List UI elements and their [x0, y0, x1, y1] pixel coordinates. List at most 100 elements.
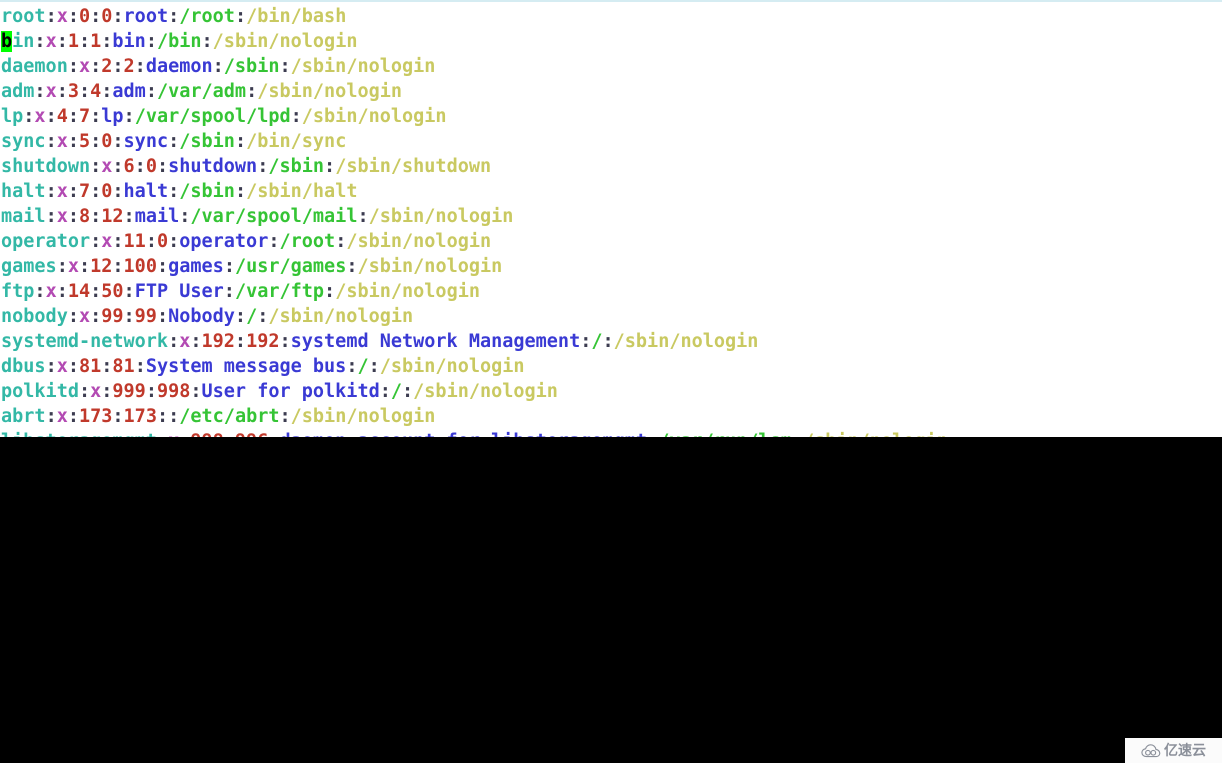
- passwd-field-username: dbus: [1, 356, 46, 377]
- passwd-field-password: x: [56, 406, 68, 427]
- field-separator: :: [145, 381, 157, 402]
- field-separator: :: [112, 256, 124, 277]
- passwd-field-gid: 0: [145, 156, 157, 177]
- field-separator: :: [647, 431, 658, 437]
- field-separator: :: [168, 6, 180, 27]
- passwd-field-gid: 0: [101, 181, 113, 202]
- field-separator: :: [168, 181, 180, 202]
- field-separator: :: [56, 256, 68, 277]
- field-separator: :: [56, 31, 68, 52]
- field-separator: :: [67, 131, 79, 152]
- passwd-entry[interactable]: lp:x:4:7:lp:/var/spool/lpd:/sbin/nologin: [0, 104, 1222, 129]
- passwd-field-password: x: [45, 31, 57, 52]
- field-separator: :: [290, 106, 302, 127]
- field-separator: :: [123, 281, 135, 302]
- field-separator: :: [257, 306, 269, 327]
- passwd-field-gid: 50: [101, 281, 124, 302]
- field-separator: :: [67, 106, 79, 127]
- passwd-field-home: /root: [179, 6, 235, 27]
- passwd-field-gecos: daemon: [145, 56, 213, 77]
- passwd-field-gecos: mail: [134, 206, 180, 227]
- passwd-field-home: /etc/abrt: [179, 406, 280, 427]
- field-separator: :: [123, 306, 135, 327]
- passwd-entry[interactable]: mail:x:8:12:mail:/var/spool/mail:/sbin/n…: [0, 204, 1222, 229]
- field-separator: :: [90, 156, 102, 177]
- passwd-entry[interactable]: dbus:x:81:81:System message bus:/:/sbin/…: [0, 354, 1222, 379]
- passwd-entry[interactable]: nobody:x:99:99:Nobody:/:/sbin/nologin: [0, 304, 1222, 329]
- passwd-field-uid: 8: [78, 206, 91, 227]
- field-separator: :: [123, 106, 135, 127]
- field-separator: :: [34, 281, 46, 302]
- field-separator: :: [234, 331, 247, 352]
- passwd-entry[interactable]: halt:x:7:0:halt:/sbin:/sbin/halt: [0, 179, 1222, 204]
- passwd-field-shell: /bin/bash: [246, 6, 347, 27]
- passwd-field-gecos: Nobody: [168, 306, 235, 327]
- passwd-field-uid: 5: [78, 131, 91, 152]
- passwd-entry[interactable]: shutdown:x:6:0:shutdown:/sbin:/sbin/shut…: [0, 154, 1222, 179]
- passwd-field-shell: /sbin/halt: [246, 181, 358, 202]
- field-separator: :: [67, 306, 79, 327]
- field-separator: :: [67, 56, 79, 77]
- field-separator: :: [56, 281, 68, 302]
- passwd-field-username: systemd-network: [1, 331, 169, 352]
- passwd-entry[interactable]: root:x:0:0:root:/root:/bin/bash: [0, 4, 1222, 29]
- terminal-text-pane[interactable]: root:x:0:0:root:/root:/bin/bash bin:x:1:1…: [0, 0, 1222, 437]
- field-separator: :: [78, 256, 91, 277]
- field-separator: :: [145, 31, 157, 52]
- passwd-field-home: /sbin: [179, 181, 235, 202]
- passwd-field-username: operator: [1, 231, 91, 252]
- passwd-entry[interactable]: games:x:12:100:games:/usr/games:/sbin/no…: [0, 254, 1222, 279]
- passwd-field-uid: 7: [78, 181, 91, 202]
- field-separator: :: [279, 406, 291, 427]
- passwd-field-password: x: [56, 6, 68, 27]
- passwd-field-home: /: [390, 381, 403, 402]
- passwd-entry[interactable]: daemon:x:2:2:daemon:/sbin:/sbin/nologin: [0, 54, 1222, 79]
- field-separator: :: [279, 56, 291, 77]
- field-separator: :: [90, 231, 102, 252]
- passwd-entry[interactable]: operator:x:11:0:operator:/root:/sbin/nol…: [0, 229, 1222, 254]
- passwd-field-uid: 12: [90, 256, 113, 277]
- passwd-field-gecos: shutdown: [168, 156, 258, 177]
- field-separator: :: [580, 331, 592, 352]
- field-separator: :: [78, 31, 91, 52]
- passwd-field-password: x: [78, 56, 91, 77]
- passwd-field-home: /root: [279, 231, 336, 252]
- passwd-field-password: x: [67, 256, 79, 277]
- passwd-field-uid: 14: [67, 281, 91, 302]
- passwd-field-shell: /sbin/nologin: [357, 256, 503, 277]
- field-separator: :: [145, 81, 157, 102]
- field-separator: :: [112, 56, 124, 77]
- field-separator: :: [268, 431, 279, 437]
- passwd-field-gecos: User for polkitd: [201, 381, 380, 402]
- passwd-field-username: libstoragemgmt: [1, 431, 157, 437]
- passwd-field-gid: 996: [235, 431, 268, 437]
- passwd-entry[interactable]: libstoragemgmt:x:998:996:daemon account …: [0, 429, 1222, 437]
- passwd-entry[interactable]: ftp:x:14:50:FTP User:/var/ftp:/sbin/nolo…: [0, 279, 1222, 304]
- passwd-field-uid: 192: [201, 331, 235, 352]
- passwd-field-home: /var/spool/lpd: [134, 106, 291, 127]
- passwd-entry[interactable]: sync:x:5:0:sync:/sbin:/bin/sync: [0, 129, 1222, 154]
- field-separator: :: [56, 81, 68, 102]
- passwd-entry[interactable]: abrt:x:173:173::/etc/abrt:/sbin/nologin: [0, 404, 1222, 429]
- passwd-field-home: /sbin: [179, 131, 235, 152]
- field-separator: :: [234, 6, 247, 27]
- passwd-entry[interactable]: polkitd:x:999:998:User for polkitd:/:/sb…: [0, 379, 1222, 404]
- passwd-field-home: /: [591, 331, 603, 352]
- passwd-field-password: x: [56, 181, 68, 202]
- passwd-field-shell: /sbin/nologin: [368, 206, 514, 227]
- field-separator: :: [179, 206, 191, 227]
- passwd-entry[interactable]: adm:x:3:4:adm:/var/adm:/sbin/nologin: [0, 79, 1222, 104]
- passwd-field-gecos: lp: [101, 106, 124, 127]
- field-separator: :: [67, 206, 79, 227]
- field-separator: :: [67, 406, 79, 427]
- passwd-file-listing[interactable]: root:x:0:0:root:/root:/bin/bash bin:x:1:1…: [0, 4, 1222, 437]
- field-separator: :: [90, 131, 102, 152]
- passwd-entry[interactable]: bin:x:1:1:bin:/bin:/sbin/nologin: [0, 29, 1222, 54]
- passwd-field-password: x: [56, 206, 68, 227]
- passwd-field-username: polkitd: [1, 381, 79, 402]
- field-separator: :: [156, 406, 169, 427]
- field-separator: :: [224, 431, 235, 437]
- field-separator: :: [212, 56, 224, 77]
- passwd-field-uid: 11: [123, 231, 146, 252]
- passwd-entry[interactable]: systemd-network:x:192:192:systemd Networ…: [0, 329, 1222, 354]
